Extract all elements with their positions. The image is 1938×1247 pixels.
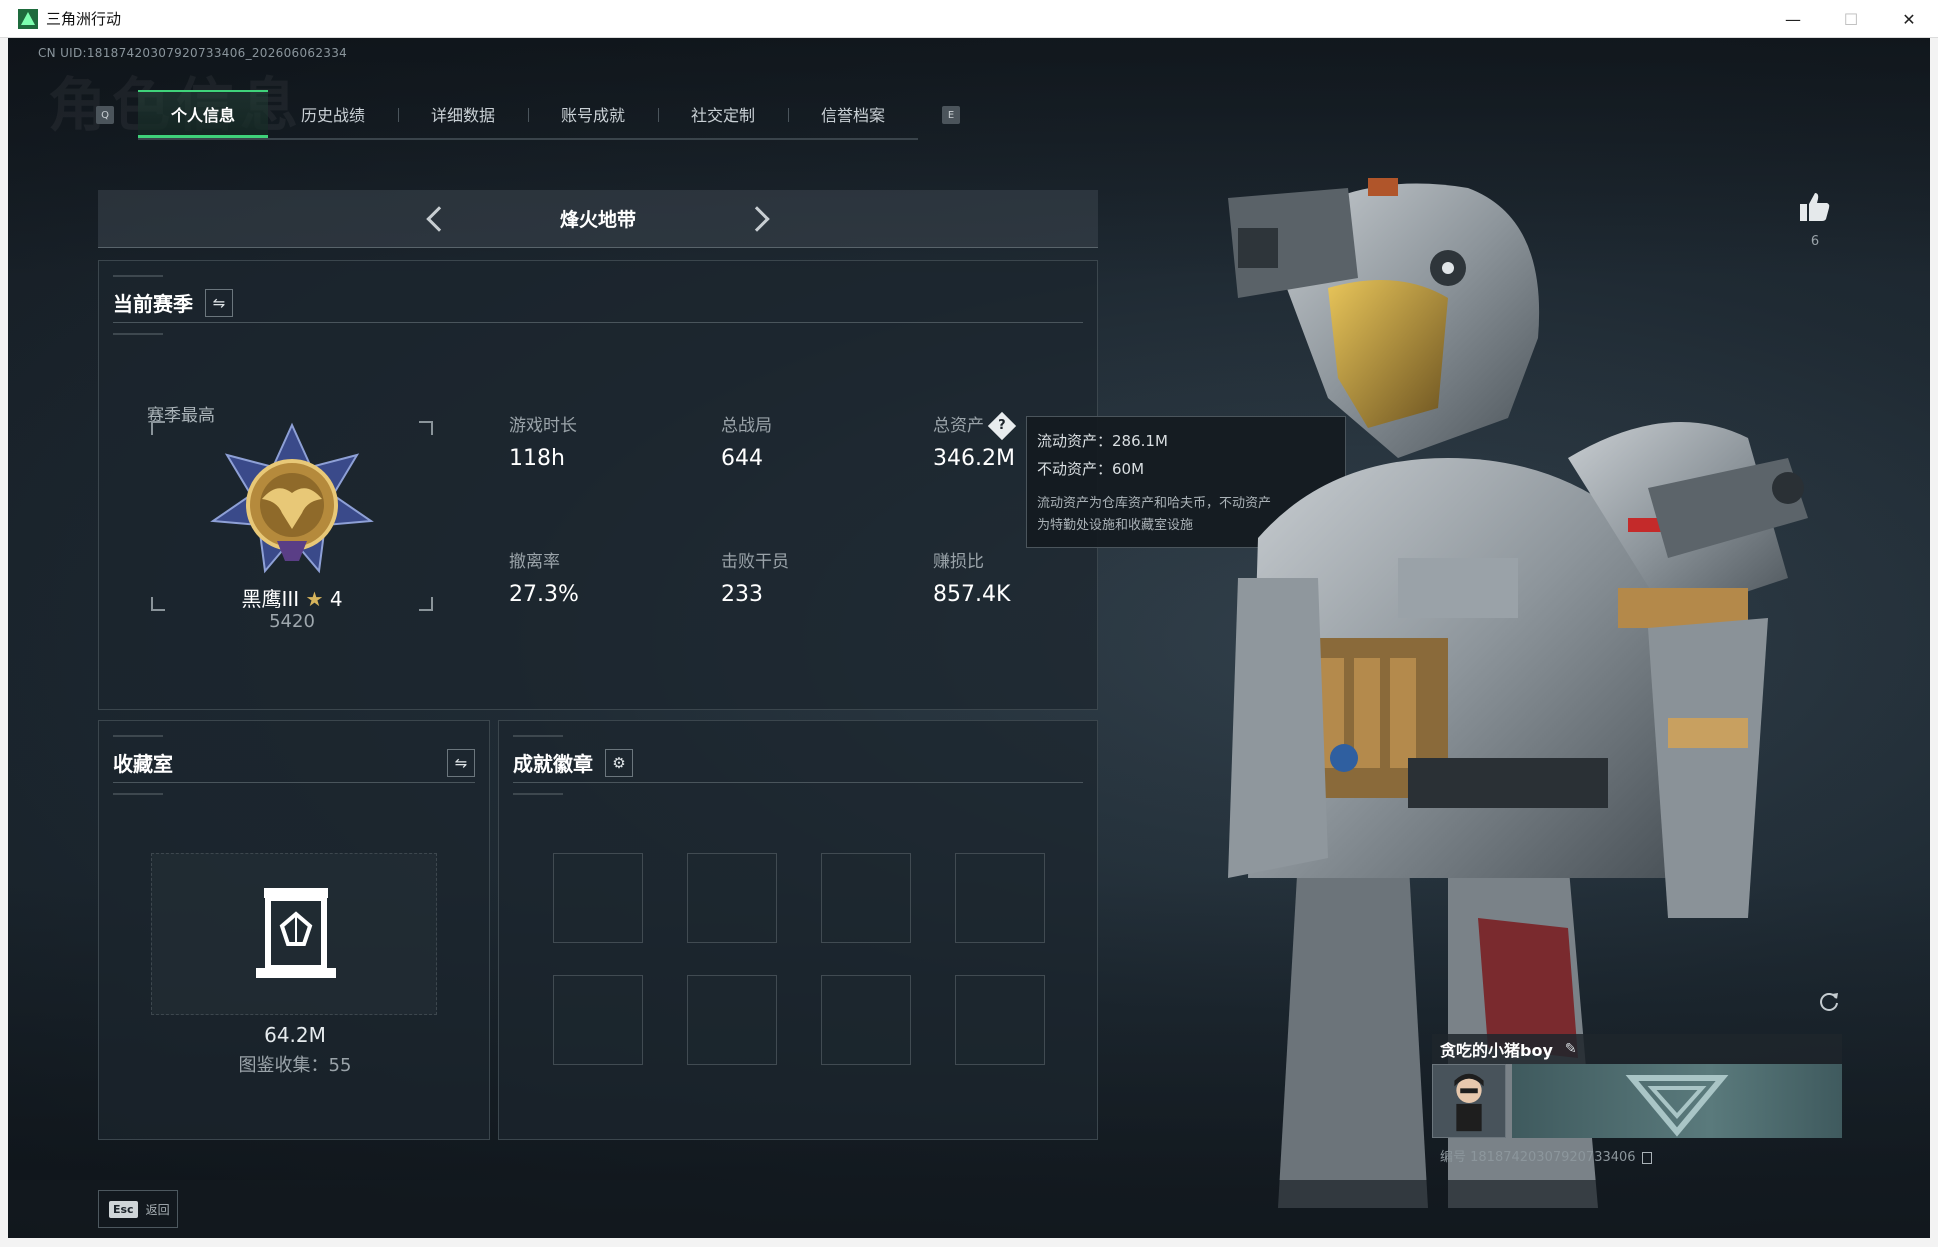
- player-id-text: 编号 18187420307920733406: [1440, 1150, 1636, 1165]
- stat-kills: 击败干员 233: [721, 547, 921, 607]
- rank-name: 黑鹰III: [241, 587, 300, 611]
- current-season-panel: 当前赛季 ⇋ 赛季最高 黑鹰III ★ 4 5420 游戏时长 118h 总战局…: [98, 260, 1098, 710]
- prev-tab-key-hint[interactable]: Q: [96, 106, 114, 124]
- collection-value: 64.2M: [264, 1023, 326, 1047]
- badge-slot[interactable]: [955, 853, 1045, 943]
- badge-slot[interactable]: [687, 975, 777, 1065]
- minimize-button[interactable]: —: [1764, 0, 1822, 38]
- edit-pencil-icon[interactable]: ✎: [1565, 1041, 1577, 1057]
- badge-slot[interactable]: [553, 853, 643, 943]
- rank-score: 5420: [269, 611, 315, 632]
- stat-value: 27.3%: [509, 582, 579, 607]
- refresh-icon[interactable]: [1818, 990, 1840, 1012]
- mode-selector: 烽火地带: [98, 190, 1098, 248]
- delta-emblem-icon: [1625, 1075, 1729, 1137]
- stat-label: 游戏时长: [509, 416, 577, 436]
- tab-detailed-data[interactable]: 详细数据: [398, 90, 528, 138]
- tab-credit[interactable]: 信誉档案: [788, 90, 918, 138]
- badge-slot[interactable]: [553, 975, 643, 1065]
- esc-key-hint: Esc: [109, 1200, 138, 1218]
- stat-value: 857.4K: [933, 582, 1011, 607]
- game-viewport: 角色信息 CN UID:18187420307920733406_2026060…: [8, 38, 1930, 1238]
- panel-decor-line: [513, 793, 563, 795]
- app-logo-icon: [18, 8, 38, 29]
- rank-star-icon: ★: [305, 587, 324, 611]
- copy-icon[interactable]: [1641, 1151, 1652, 1164]
- player-id: 编号 18187420307920733406: [1440, 1146, 1652, 1165]
- frame-corner: [419, 421, 433, 435]
- stat-value: 233: [721, 582, 763, 607]
- swap-icon[interactable]: ⇋: [205, 288, 233, 317]
- swap-icon[interactable]: ⇋: [447, 748, 475, 777]
- tab-personal-info[interactable]: 个人信息: [138, 90, 268, 138]
- badge-slot[interactable]: [687, 853, 777, 943]
- tab-achievements[interactable]: 账号成就: [528, 90, 658, 138]
- badges-panel-title: 成就徽章: [513, 752, 593, 776]
- rank-display: 黑鹰III ★ 4 5420: [151, 421, 433, 632]
- stat-playtime: 游戏时长 118h: [509, 411, 709, 471]
- panel-decor-line: [113, 333, 163, 335]
- tab-strip: 个人信息 历史战绩 详细数据 账号成就 社交定制 信誉档案: [138, 90, 918, 140]
- rank-name-line: 黑鹰III ★ 4: [151, 583, 433, 612]
- next-mode-chevron-icon[interactable]: [744, 205, 770, 232]
- player-card-header: 贪吃的小猪boy ✎: [1432, 1034, 1842, 1064]
- panel-decor-line: [113, 793, 163, 795]
- window-titlebar: 三角洲行动 — ☐ ✕: [0, 0, 1938, 38]
- rank-badge-icon: [210, 422, 374, 574]
- stat-label: 撤离率: [509, 552, 560, 572]
- player-banner[interactable]: [1512, 1064, 1842, 1138]
- badge-slot[interactable]: [955, 975, 1045, 1065]
- window-title: 三角洲行动: [46, 10, 122, 28]
- panel-decor-line: [113, 735, 163, 737]
- window-controls: — ☐ ✕: [1764, 0, 1938, 38]
- footer-bar: Esc 返回: [8, 1180, 1930, 1238]
- stat-value: 644: [721, 446, 763, 471]
- stat-label: 总战局: [721, 416, 772, 436]
- collection-room-panel: 收藏室 ⇋ 64.2M 图鉴收集：55: [98, 720, 490, 1140]
- season-panel-title: 当前赛季: [113, 292, 193, 316]
- tab-social[interactable]: 社交定制: [658, 90, 788, 138]
- player-card: 贪吃的小猪boy ✎ 编号 18187420307920733406: [1432, 1034, 1842, 1174]
- back-button[interactable]: Esc 返回: [98, 1190, 178, 1228]
- collection-panel-header: 收藏室 ⇋: [113, 743, 475, 783]
- uid-text: CN UID:18187420307920733406_202606062334: [38, 46, 348, 60]
- like-count: 6: [1810, 234, 1820, 249]
- stat-total-matches: 总战局 644: [721, 411, 921, 471]
- badges-panel-header: 成就徽章 ⚙: [513, 743, 1083, 783]
- frame-corner: [151, 421, 165, 435]
- badge-slot[interactable]: [821, 853, 911, 943]
- collection-panel-title: 收藏室: [113, 752, 173, 776]
- gear-icon[interactable]: ⚙: [605, 748, 633, 777]
- collection-count: 图鉴收集：55: [238, 1055, 352, 1076]
- stat-label: 赚损比: [933, 552, 984, 572]
- rank-stars-count: 4: [329, 587, 343, 611]
- maximize-button[interactable]: ☐: [1822, 0, 1880, 38]
- stat-label: 击败干员: [721, 552, 789, 572]
- stat-profit-ratio: 赚损比 857.4K: [933, 547, 1133, 607]
- stat-extraction-rate: 撤离率 27.3%: [509, 547, 709, 607]
- help-icon[interactable]: ?: [987, 411, 1017, 441]
- badge-slot[interactable]: [821, 975, 911, 1065]
- stat-label: 总资产: [933, 416, 984, 436]
- next-tab-key-hint[interactable]: E: [942, 106, 960, 124]
- panel-decor-line: [513, 735, 563, 737]
- stat-value: 118h: [509, 446, 565, 471]
- season-panel-header: 当前赛季 ⇋: [113, 283, 1083, 323]
- thumbs-up-icon[interactable]: [1798, 190, 1832, 224]
- back-label: 返回: [145, 1202, 170, 1217]
- main-tabs: Q 个人信息 历史战绩 详细数据 账号成就 社交定制 信誉档案 E: [96, 90, 960, 140]
- panel-decor-line: [113, 275, 163, 277]
- achievement-badges-panel: 成就徽章 ⚙: [498, 720, 1098, 1140]
- avatar[interactable]: [1432, 1064, 1506, 1138]
- collection-showcase[interactable]: [151, 853, 437, 1015]
- mode-title: 烽火地带: [559, 209, 636, 231]
- display-case-icon: [256, 888, 336, 978]
- close-button[interactable]: ✕: [1880, 0, 1938, 38]
- tab-history[interactable]: 历史战绩: [268, 90, 398, 138]
- player-name: 贪吃的小猪boy: [1440, 1041, 1553, 1060]
- game-window: 三角洲行动 — ☐ ✕ 角色信息 CN UID:1818742030792073…: [0, 0, 1938, 1247]
